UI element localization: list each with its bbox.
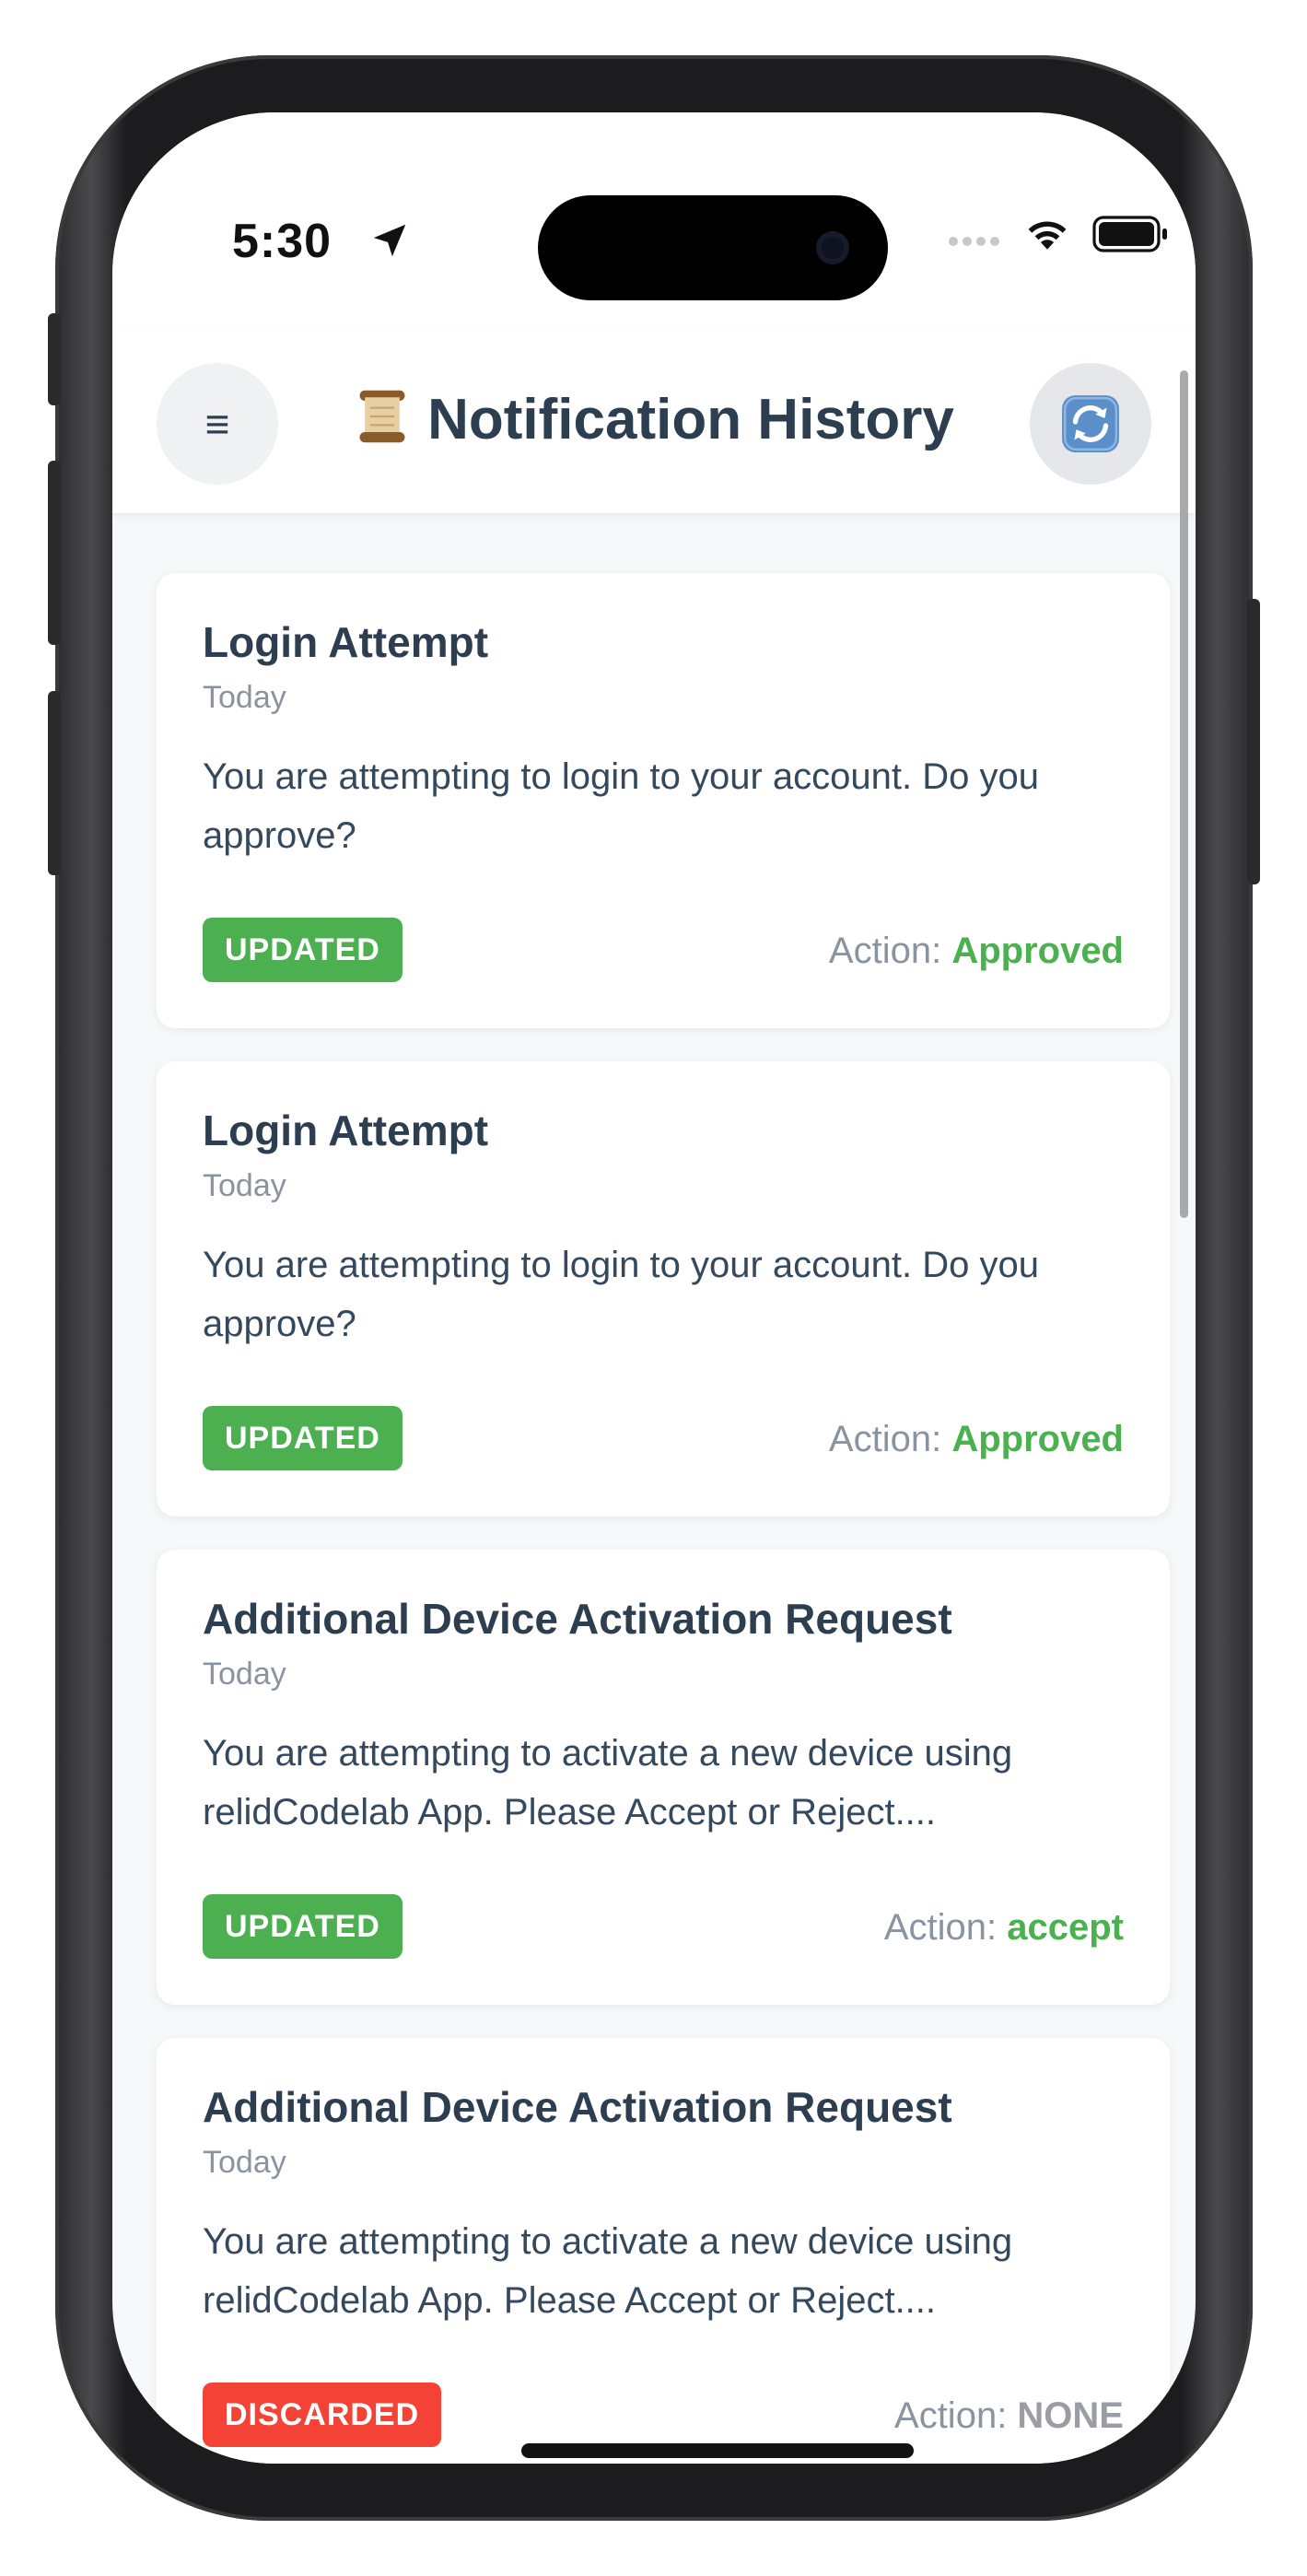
- notification-card[interactable]: Additional Device Activation Request Tod…: [157, 1550, 1170, 2005]
- scroll-icon: [359, 390, 405, 443]
- action-value: NONE: [1017, 2395, 1124, 2436]
- notification-action: Action: Approved: [829, 931, 1124, 972]
- status-bar: 5:30: [112, 112, 1196, 330]
- notification-body: You are attempting to login to your acco…: [203, 756, 1039, 856]
- notification-date: Today: [203, 680, 286, 715]
- notification-title: Login Attempt: [203, 1107, 489, 1154]
- volume-up-button: [48, 461, 61, 645]
- notification-date: Today: [203, 1657, 286, 1692]
- status-time: 5:30: [232, 215, 333, 268]
- refresh-button[interactable]: [1030, 363, 1151, 485]
- notification-body: You are attempting to activate a new dev…: [203, 1733, 1013, 1832]
- action-value: Approved: [951, 1419, 1124, 1459]
- home-indicator[interactable]: [521, 2443, 914, 2458]
- notification-title: Additional Device Activation Request: [203, 1595, 952, 1643]
- notification-card[interactable]: Login Attempt Today You are attempting t…: [157, 573, 1170, 1028]
- notification-title: Additional Device Activation Request: [203, 2083, 952, 2131]
- app-header: ≡ Notification History: [112, 330, 1196, 514]
- cellular-signal-icon: [949, 234, 1008, 247]
- status-badge: DISCARDED: [203, 2383, 442, 2447]
- status-badge: UPDATED: [203, 1406, 403, 1470]
- action-value: Approved: [951, 931, 1124, 971]
- refresh-icon: [1062, 395, 1119, 452]
- battery-icon: [1092, 216, 1167, 252]
- notification-action: Action: NONE: [894, 2395, 1124, 2437]
- action-value: accept: [1007, 1907, 1124, 1948]
- screen: 5:30 ≡ Notification History Login Attemp…: [112, 112, 1196, 2464]
- notification-action: Action: accept: [884, 1907, 1124, 1949]
- volume-down-button: [48, 691, 61, 875]
- notification-body: You are attempting to login to your acco…: [203, 1245, 1039, 1344]
- status-badge: UPDATED: [203, 1894, 403, 1959]
- notification-date: Today: [203, 2145, 286, 2180]
- notification-card[interactable]: Additional Device Activation Request Tod…: [157, 2038, 1170, 2464]
- dynamic-island: [538, 195, 888, 300]
- power-button: [1247, 599, 1260, 884]
- notification-action: Action: Approved: [829, 1419, 1124, 1460]
- status-badge: UPDATED: [203, 918, 403, 982]
- action-button: [48, 313, 61, 405]
- page-title-text: Notification History: [427, 388, 954, 451]
- notification-date: Today: [203, 1168, 286, 1203]
- notification-list: Login Attempt Today You are attempting t…: [157, 573, 1170, 2464]
- action-label: Action:: [883, 1907, 1008, 1948]
- phone-frame: 5:30 ≡ Notification History Login Attemp…: [48, 55, 1260, 2521]
- action-label: Action:: [828, 931, 952, 971]
- location-arrow-icon: [373, 224, 406, 257]
- scrollbar[interactable]: [1180, 370, 1188, 1218]
- wifi-icon: [1028, 221, 1067, 250]
- notification-body: You are attempting to activate a new dev…: [203, 2221, 1013, 2321]
- action-label: Action:: [828, 1419, 952, 1459]
- notification-title: Login Attempt: [203, 618, 489, 666]
- camera-lens-icon: [816, 231, 849, 264]
- notification-card[interactable]: Login Attempt Today You are attempting t…: [157, 1061, 1170, 1516]
- action-label: Action:: [894, 2395, 1018, 2436]
